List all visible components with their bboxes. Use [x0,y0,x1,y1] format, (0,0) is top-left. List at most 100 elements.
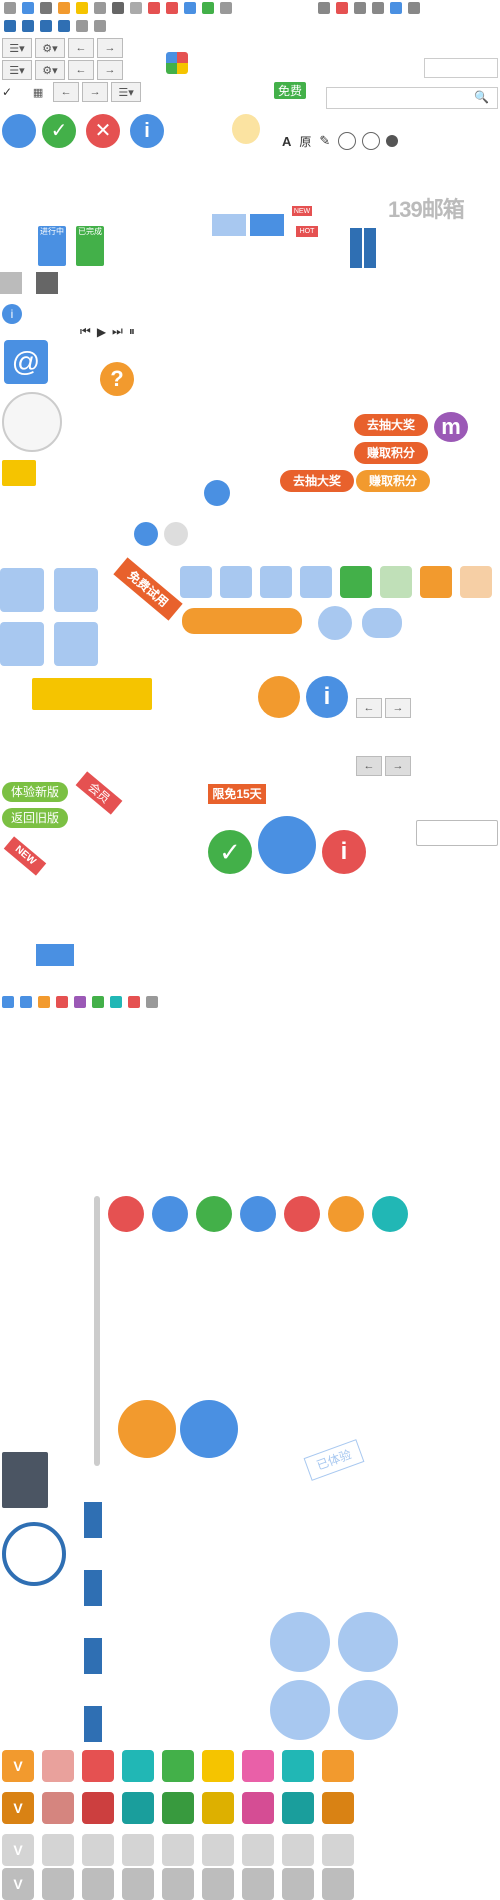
lucky-draw-button[interactable]: 去抽大奖 [354,414,428,436]
nav-next-2[interactable]: → [385,756,411,776]
font-size-icon[interactable]: A [282,134,291,149]
comment-light-tile[interactable] [260,566,292,598]
chat-tile[interactable] [54,622,98,666]
prev-track-icon[interactable]: ⏮ [80,324,91,339]
search-button-lower[interactable] [36,944,74,966]
table-icon[interactable]: ▦ [26,83,50,101]
side-tab-1[interactable] [84,1502,102,1538]
v-icon[interactable] [38,996,50,1008]
earn-points-button[interactable]: 赚取积分 [354,442,428,464]
clock-tile-teal[interactable] [282,1750,314,1782]
pager-left-button[interactable] [350,228,362,268]
info-small-icon[interactable]: i [2,304,22,324]
paragraph-icon[interactable]: ✎ [319,133,330,149]
edit-icon[interactable] [4,20,16,32]
voicemail-green-icon[interactable] [340,566,372,598]
pause-icon[interactable]: ⏸ [129,324,135,339]
info-blue-circle-icon[interactable] [240,1196,276,1232]
share-tile-orange-dark[interactable] [322,1792,354,1824]
search-button[interactable] [250,214,284,236]
info-circle-icon[interactable]: i [130,114,164,148]
notes-light-icon[interactable] [460,566,492,598]
heart-tile-gray-dark[interactable] [242,1868,274,1900]
back-user-circle-icon[interactable] [180,1400,238,1458]
envelope-icon[interactable] [2,460,36,486]
share-tile-orange[interactable] [322,1750,354,1782]
back-old-version-button[interactable]: 返回旧版 [2,808,68,828]
mail-large-circle-icon[interactable] [270,1612,330,1672]
hourglass-teal-circle-icon[interactable] [372,1196,408,1232]
check-circle-large-icon[interactable]: ✓ [208,830,252,874]
note-tile-yellow[interactable] [202,1750,234,1782]
contact-tile-red-dark[interactable] [82,1792,114,1824]
pause-circle-icon[interactable] [134,522,158,546]
note-tile-gray-dark[interactable] [202,1868,234,1900]
contact-tile-red[interactable] [82,1750,114,1782]
earn-points-button-2[interactable]: 赚取积分 [356,470,430,492]
up-arrow-box[interactable] [0,272,22,294]
share-tile-gray[interactable] [322,1834,354,1866]
pause-circle-gray-icon[interactable] [164,522,188,546]
info-red-circle-icon[interactable] [108,1196,144,1232]
alarm-icon[interactable] [58,2,70,14]
notes-orange-icon[interactable] [420,566,452,598]
printer-tile[interactable] [0,622,44,666]
add-user-circle-icon[interactable] [118,1400,176,1458]
check-outline-icon[interactable] [338,132,357,150]
list-icon[interactable] [220,2,232,14]
clock-tile-gray-dark[interactable] [282,1868,314,1900]
search-button-light[interactable] [212,214,246,236]
rocket-circle-icon[interactable] [258,816,316,874]
help-circle-icon[interactable]: ? [100,362,134,396]
folder-icon[interactable] [40,20,52,32]
pager-right-button[interactable] [364,228,376,268]
close-red-circle-icon[interactable] [284,1196,320,1232]
next-arrow-button-2[interactable]: → [97,60,123,80]
clock-tile-gray[interactable] [282,1834,314,1866]
calendar-circle-icon[interactable] [270,1680,330,1740]
contact-tile-gray-dark[interactable] [42,1868,74,1900]
note-tile-yellow-dark[interactable] [202,1792,234,1824]
next-arrow-button-3[interactable]: → [82,82,109,102]
play-circle-icon[interactable] [204,480,230,506]
v-tile-orange-dark[interactable]: V [2,1792,34,1824]
arrow-icon[interactable] [112,2,124,14]
v-tile-gray-dark[interactable]: V [2,1868,34,1900]
next-track-icon[interactable]: ⏭ [112,324,123,339]
mobile-icon[interactable] [390,2,402,14]
nav-prev-1[interactable]: ← [356,698,382,718]
gift-icon[interactable] [74,996,86,1008]
voicemail-icon[interactable] [92,996,104,1008]
user-icon[interactable] [318,2,330,14]
image-icon[interactable] [22,20,34,32]
info-circle-large-icon[interactable]: i [306,676,348,718]
crosshair-icon[interactable] [94,20,106,32]
check-green-circle-icon[interactable] [196,1196,232,1232]
chat-tile-gray[interactable] [122,1834,154,1866]
copy-icon[interactable] [4,2,16,14]
yellow-bar-button[interactable] [32,678,152,710]
chart-icon[interactable] [58,20,70,32]
cloud-tile-gray-dark[interactable] [162,1868,194,1900]
voicemail-light-icon[interactable] [380,566,412,598]
play-icon[interactable]: ▶ [97,325,106,339]
settings-dropdown-2[interactable]: ⚙▾ [35,60,65,80]
bulb-orange-circle-icon[interactable] [328,1196,364,1232]
next-arrow-button[interactable]: → [97,38,123,58]
close-outline-icon[interactable] [362,132,381,150]
scrollbar[interactable] [94,1196,100,1466]
mail-light-tile[interactable] [220,566,252,598]
info-icon[interactable] [148,2,160,14]
lock-icon[interactable] [40,2,52,14]
side-tab-4[interactable] [84,1706,102,1742]
input-box[interactable] [416,820,498,846]
bell-icon[interactable] [20,996,32,1008]
mail-icon[interactable] [354,2,366,14]
cloud-upload-tile[interactable] [0,568,44,612]
settings-icon[interactable] [76,20,88,32]
share-tile-gray-dark[interactable] [322,1868,354,1900]
heart-tile-gray[interactable] [242,1834,274,1866]
settings-dropdown[interactable]: ⚙▾ [35,38,65,58]
contact-tile-gray[interactable] [42,1834,74,1866]
prev-arrow-button[interactable]: ← [68,38,94,58]
